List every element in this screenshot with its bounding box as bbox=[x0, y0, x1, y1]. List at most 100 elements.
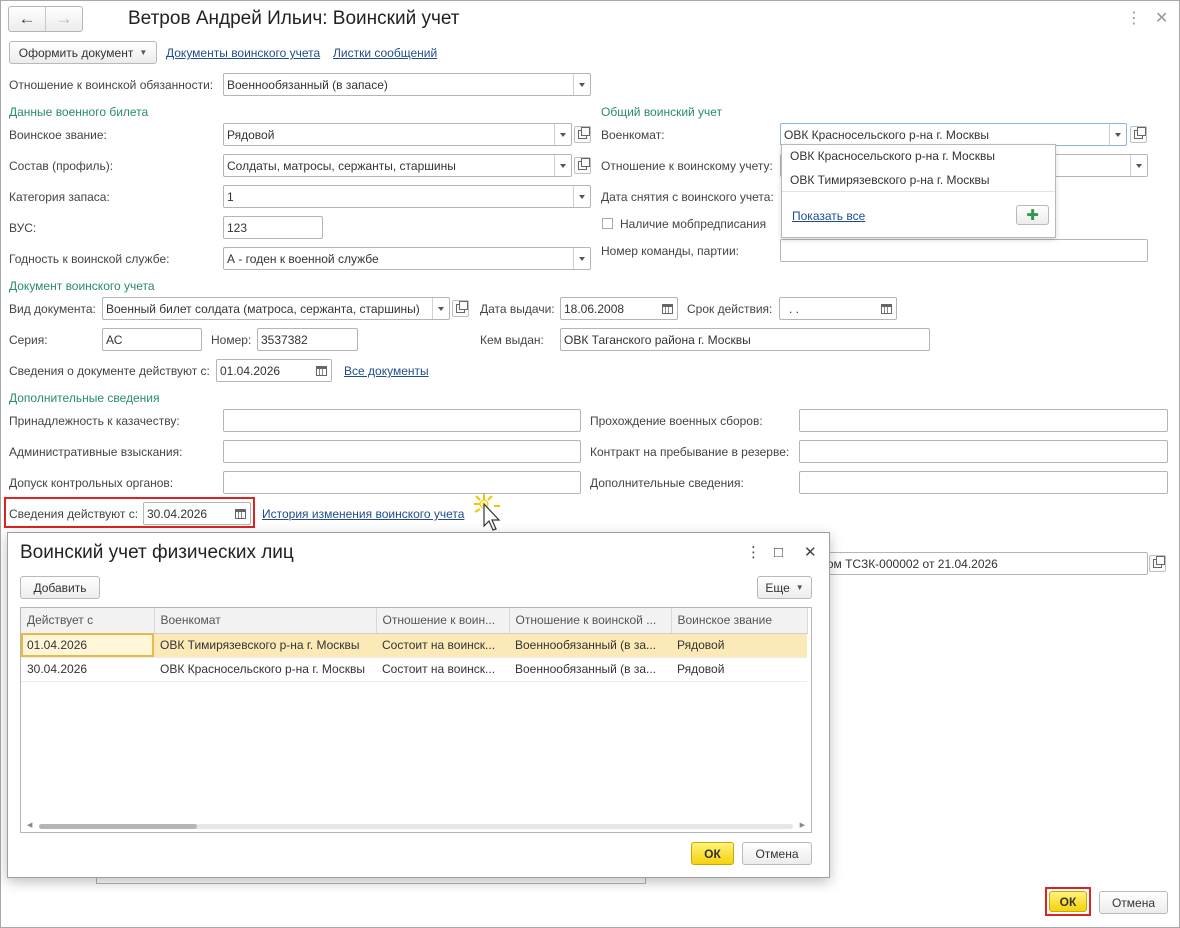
composition-value: Солдаты, матросы, сержанты, старшины bbox=[227, 158, 456, 173]
column-header[interactable]: Военкомат bbox=[154, 608, 377, 634]
column-header[interactable]: Отношение к воин... bbox=[376, 608, 510, 634]
mob-order-checkbox[interactable] bbox=[602, 218, 613, 229]
back-button[interactable]: ← bbox=[9, 7, 45, 31]
messages-link[interactable]: Листки сообщений bbox=[333, 46, 437, 60]
add-button[interactable]: Добавить bbox=[20, 576, 100, 599]
extra-info-input[interactable] bbox=[799, 471, 1168, 494]
more-vertical-icon[interactable]: ⋮ bbox=[746, 543, 761, 561]
table-row[interactable]: 01.04.2026 ОВК Тимирязевского р-на г. Мо… bbox=[21, 633, 807, 658]
effective-date-value: 30.04.2026 bbox=[147, 506, 208, 521]
table-cell[interactable]: ОВК Тимирязевского р-на г. Москвы bbox=[154, 633, 376, 658]
table-cell[interactable]: Состоит на воинск... bbox=[376, 657, 509, 682]
vus-input[interactable]: 123 bbox=[223, 216, 323, 239]
column-header[interactable]: Отношение к воинской ... bbox=[509, 608, 672, 634]
penalties-label: Административные взыскания: bbox=[9, 445, 183, 459]
table-row[interactable]: 30.04.2026 ОВК Красносельского р-на г. М… bbox=[21, 657, 807, 682]
maximize-icon[interactable]: □ bbox=[774, 544, 783, 561]
calendar-icon[interactable] bbox=[657, 298, 677, 319]
dropdown-option[interactable]: ОВК Красносельского р-на г. Москвы bbox=[790, 149, 995, 163]
scroll-left-icon[interactable]: ◀ bbox=[27, 821, 32, 829]
doc-valid-from-value: 01.04.2026 bbox=[220, 363, 281, 378]
dropdown-icon[interactable] bbox=[554, 124, 571, 145]
open-registration-button[interactable] bbox=[1149, 555, 1166, 572]
table-cell[interactable]: Военнообязанный (в за... bbox=[509, 657, 671, 682]
table-cell[interactable]: Рядовой bbox=[671, 633, 807, 658]
dropdown-icon[interactable] bbox=[573, 248, 590, 269]
fitness-select[interactable]: А - годен к военной службе bbox=[223, 247, 591, 270]
close-icon[interactable]: ✕ bbox=[1155, 8, 1168, 28]
contract-input[interactable] bbox=[799, 440, 1168, 463]
doc-type-select[interactable]: Военный билет солдата (матроса, сержанта… bbox=[102, 297, 450, 320]
access-label: Допуск контрольных органов: bbox=[9, 476, 174, 490]
rank-select[interactable]: Рядовой bbox=[223, 123, 572, 146]
cossack-input[interactable] bbox=[223, 409, 581, 432]
calendar-icon[interactable] bbox=[876, 298, 896, 319]
commissariat-select[interactable]: ОВК Красносельского р-на г. Москвы bbox=[780, 123, 1127, 146]
cancel-button[interactable]: Отмена bbox=[1099, 891, 1168, 914]
show-all-link[interactable]: Показать все bbox=[792, 209, 865, 223]
scrollbar-thumb[interactable] bbox=[39, 824, 197, 829]
trainings-input[interactable] bbox=[799, 409, 1168, 432]
calendar-icon[interactable] bbox=[311, 360, 331, 381]
arrow-right-icon: → bbox=[55, 9, 73, 28]
calendar-icon[interactable] bbox=[230, 503, 250, 524]
table-cell[interactable]: Военнообязанный (в за... bbox=[509, 633, 671, 658]
penalties-input[interactable] bbox=[223, 440, 581, 463]
ok-button[interactable]: ОК bbox=[1049, 891, 1087, 912]
dropdown-icon[interactable] bbox=[432, 298, 449, 319]
close-icon[interactable]: ✕ bbox=[804, 543, 817, 561]
issued-by-input[interactable]: ОВК Таганского района г. Москвы bbox=[560, 328, 930, 351]
dialog-ok-button[interactable]: ОК bbox=[691, 842, 734, 865]
number-input[interactable]: 3537382 bbox=[257, 328, 358, 351]
validity-input[interactable]: . . bbox=[779, 297, 897, 320]
open-composition-button[interactable] bbox=[574, 157, 591, 174]
dropdown-icon[interactable] bbox=[573, 74, 590, 95]
forward-button[interactable]: → bbox=[45, 7, 82, 31]
open-rank-button[interactable] bbox=[574, 126, 591, 143]
horizontal-scrollbar[interactable]: ◀ ▶ bbox=[23, 822, 809, 830]
dialog-cancel-button[interactable]: Отмена bbox=[742, 842, 812, 865]
effective-date-input[interactable]: 30.04.2026 bbox=[143, 502, 251, 525]
scroll-right-icon[interactable]: ▶ bbox=[800, 821, 805, 829]
table-cell[interactable]: 01.04.2026 bbox=[21, 633, 154, 658]
create-document-button[interactable]: Оформить документ ▼ bbox=[9, 41, 157, 64]
series-input[interactable]: АС bbox=[102, 328, 202, 351]
table-cell[interactable]: 30.04.2026 bbox=[21, 657, 154, 682]
category-select[interactable]: 1 bbox=[223, 185, 591, 208]
open-icon bbox=[1134, 127, 1146, 139]
military-docs-link[interactable]: Документы воинского учета bbox=[166, 46, 320, 60]
doc-valid-from-input[interactable]: 01.04.2026 bbox=[216, 359, 332, 382]
issue-date-input[interactable]: 18.06.2008 bbox=[560, 297, 678, 320]
dropdown-icon[interactable] bbox=[554, 155, 571, 176]
validity-value: . . bbox=[789, 301, 800, 316]
open-icon bbox=[456, 301, 468, 313]
issued-by-value: ОВК Таганского района г. Москвы bbox=[564, 332, 751, 347]
team-number-input[interactable] bbox=[780, 239, 1148, 262]
open-doc-type-button[interactable] bbox=[452, 300, 469, 317]
records-table[interactable]: Действует с Военкомат Отношение к воин..… bbox=[20, 607, 812, 833]
dropdown-icon[interactable] bbox=[1109, 124, 1126, 145]
dropdown-option[interactable]: ОВК Тимирязевского р-на г. Москвы bbox=[790, 173, 990, 187]
dropdown-icon[interactable] bbox=[1130, 155, 1147, 176]
rank-label: Воинское звание: bbox=[9, 128, 107, 142]
column-header[interactable]: Воинское звание bbox=[671, 608, 808, 634]
composition-select[interactable]: Солдаты, матросы, сержанты, старшины bbox=[223, 154, 572, 177]
history-link[interactable]: История изменения воинского учета bbox=[262, 507, 464, 521]
extra-info-label: Дополнительные сведения: bbox=[590, 476, 744, 490]
table-cell[interactable]: Состоит на воинск... bbox=[376, 633, 509, 658]
doc-valid-from-label: Сведения о документе действуют с: bbox=[9, 364, 210, 378]
more-button[interactable]: Еще ▼ bbox=[757, 576, 812, 599]
open-commissariat-button[interactable] bbox=[1130, 126, 1147, 143]
attitude-select[interactable]: Военнообязанный (в запасе) bbox=[223, 73, 591, 96]
chevron-down-icon: ▼ bbox=[795, 583, 804, 592]
table-cell[interactable]: ОВК Красносельского р-на г. Москвы bbox=[154, 657, 376, 682]
all-documents-link[interactable]: Все документы bbox=[344, 364, 429, 378]
more-vertical-icon[interactable]: ⋮ bbox=[1126, 8, 1142, 28]
dropdown-icon[interactable] bbox=[573, 186, 590, 207]
column-header[interactable]: Действует с bbox=[21, 608, 155, 634]
registration-doc-field[interactable]: ссариатом ТСЗК-000002 от 21.04.2026 bbox=[780, 552, 1148, 575]
table-header: Действует с Военкомат Отношение к воин..… bbox=[21, 608, 808, 634]
table-cell[interactable]: Рядовой bbox=[671, 657, 807, 682]
add-commissariat-button[interactable]: ✚ bbox=[1016, 205, 1049, 225]
access-input[interactable] bbox=[223, 471, 581, 494]
